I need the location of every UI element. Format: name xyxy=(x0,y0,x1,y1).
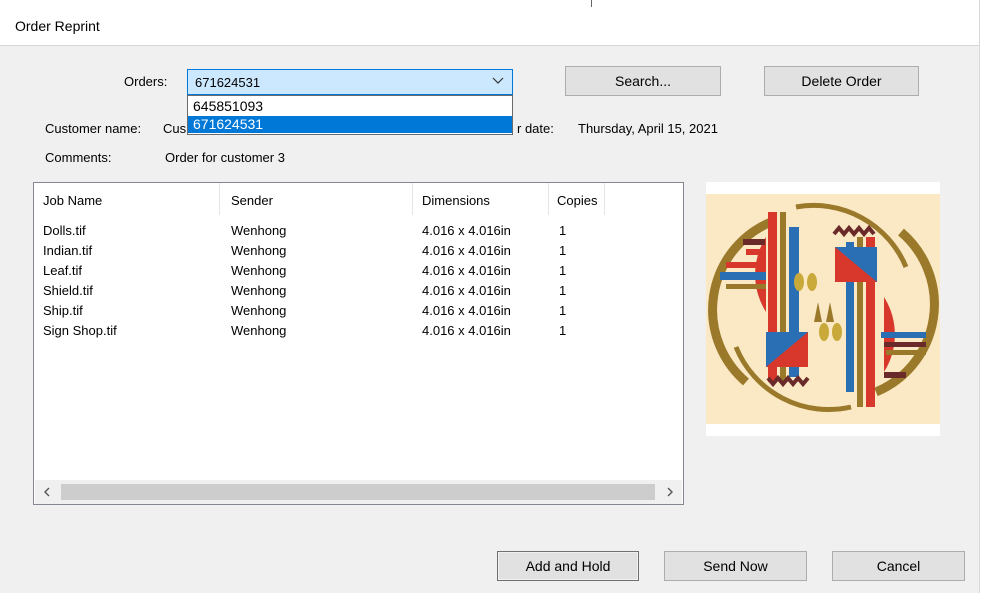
search-button-label: Search... xyxy=(614,73,672,89)
copies-cell: 1 xyxy=(559,223,567,238)
orders-selected-value: 671624531 xyxy=(195,75,261,90)
sender-cell: Wenhong xyxy=(231,323,287,338)
delete-order-button[interactable]: Delete Order xyxy=(764,66,919,96)
orders-combobox[interactable]: 671624531 xyxy=(187,69,513,95)
dimensions-cell: 4.016 x 4.016in xyxy=(422,243,511,258)
dimensions-cell: 4.016 x 4.016in xyxy=(422,303,511,318)
job-name-cell: Leaf.tif xyxy=(43,263,83,278)
column-header-job-name[interactable]: Job Name xyxy=(43,193,102,208)
job-name-cell: Sign Shop.tif xyxy=(43,323,117,338)
sender-cell: Wenhong xyxy=(231,283,287,298)
job-preview-image xyxy=(706,182,940,436)
sender-cell: Wenhong xyxy=(231,303,287,318)
copies-cell: 1 xyxy=(559,243,567,258)
comments-label: Comments: xyxy=(45,150,112,165)
cancel-button[interactable]: Cancel xyxy=(832,551,965,581)
scrollbar-thumb[interactable] xyxy=(61,484,655,500)
job-name-cell: Shield.tif xyxy=(43,283,93,298)
copies-cell: 1 xyxy=(559,283,567,298)
copies-cell: 1 xyxy=(559,263,567,278)
copies-cell: 1 xyxy=(559,303,567,318)
add-and-hold-button-label: Add and Hold xyxy=(525,558,611,574)
chevron-right-icon[interactable] xyxy=(662,484,678,500)
window-title: Order Reprint xyxy=(15,18,100,34)
job-name-cell: Dolls.tif xyxy=(43,223,86,238)
send-now-button[interactable]: Send Now xyxy=(664,551,807,581)
table-row[interactable]: Indian.tif Wenhong 4.016 x 4.016in 1 xyxy=(34,243,683,263)
orders-dropdown-list: 645851093 671624531 xyxy=(187,95,513,135)
column-header-sender[interactable]: Sender xyxy=(231,193,273,208)
orders-option-selected[interactable]: 671624531 xyxy=(188,116,512,133)
comments-value: Order for customer 3 xyxy=(165,150,285,165)
jobs-list[interactable]: Job Name Sender Dimensions Copies Dolls.… xyxy=(33,182,684,505)
dimensions-cell: 4.016 x 4.016in xyxy=(422,323,511,338)
column-divider[interactable] xyxy=(604,183,605,215)
column-header-copies[interactable]: Copies xyxy=(557,193,597,208)
column-divider[interactable] xyxy=(412,183,413,215)
table-row[interactable]: Leaf.tif Wenhong 4.016 x 4.016in 1 xyxy=(34,263,683,283)
dimensions-cell: 4.016 x 4.016in xyxy=(422,263,511,278)
cancel-button-label: Cancel xyxy=(876,558,921,574)
copies-cell: 1 xyxy=(559,323,567,338)
order-date-label: r date: xyxy=(517,121,554,136)
table-row[interactable]: Sign Shop.tif Wenhong 4.016 x 4.016in 1 xyxy=(34,323,683,343)
sender-cell: Wenhong xyxy=(231,223,287,238)
chevron-down-icon[interactable] xyxy=(491,73,505,87)
sender-cell: Wenhong xyxy=(231,243,287,258)
table-row[interactable]: Dolls.tif Wenhong 4.016 x 4.016in 1 xyxy=(34,223,683,243)
order-date-value: Thursday, April 15, 2021 xyxy=(578,121,718,136)
orders-option[interactable]: 645851093 xyxy=(188,98,512,115)
window-edge xyxy=(979,0,984,593)
delete-order-button-label: Delete Order xyxy=(801,73,882,89)
add-and-hold-button[interactable]: Add and Hold xyxy=(497,551,639,581)
title-tick xyxy=(591,0,592,7)
job-name-cell: Ship.tif xyxy=(43,303,83,318)
sender-cell: Wenhong xyxy=(231,263,287,278)
column-header-dimensions[interactable]: Dimensions xyxy=(422,193,490,208)
chevron-left-icon[interactable] xyxy=(39,484,55,500)
column-divider[interactable] xyxy=(219,183,220,215)
preview-artwork xyxy=(706,194,940,424)
dimensions-cell: 4.016 x 4.016in xyxy=(422,223,511,238)
search-button[interactable]: Search... xyxy=(565,66,721,96)
orders-label: Orders: xyxy=(124,74,168,89)
customer-name-label: Customer name: xyxy=(45,121,142,136)
table-row[interactable]: Ship.tif Wenhong 4.016 x 4.016in 1 xyxy=(34,303,683,323)
title-bar: Order Reprint xyxy=(0,0,984,46)
job-name-cell: Indian.tif xyxy=(43,243,93,258)
send-now-button-label: Send Now xyxy=(703,558,768,574)
dimensions-cell: 4.016 x 4.016in xyxy=(422,283,511,298)
table-row[interactable]: Shield.tif Wenhong 4.016 x 4.016in 1 xyxy=(34,283,683,303)
horizontal-scrollbar[interactable] xyxy=(35,480,682,504)
jobs-list-header: Job Name Sender Dimensions Copies xyxy=(34,183,683,215)
column-divider[interactable] xyxy=(548,183,549,215)
customer-name-value: Cus xyxy=(163,121,187,136)
